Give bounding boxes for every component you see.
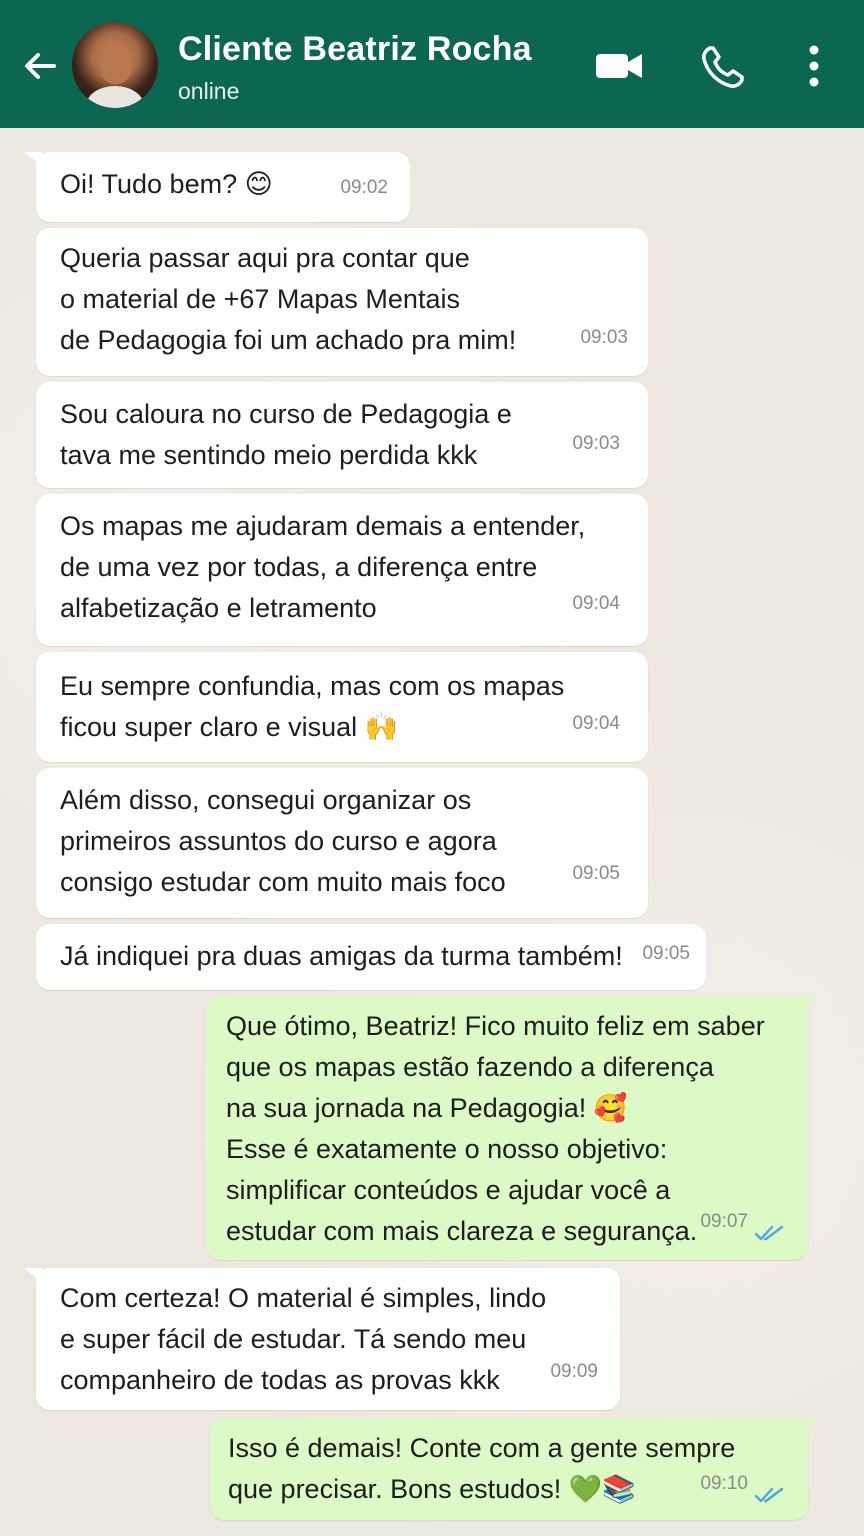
message-time: 09:02 [340,177,388,198]
message-text: Oi! Tudo bem? 😊 [60,169,273,199]
message-text: Sou caloura no curso de Pedagogia e tava… [60,399,512,470]
message-text: Além disso, consegui organizar os primei… [60,785,506,897]
message-text: Com certeza! O material é simples, lindo… [60,1283,547,1395]
message-bubble[interactable]: Eu sempre confundia, mas com os mapas fi… [36,652,648,762]
contact-status: online [178,78,240,104]
message-time: 09:10 [700,1473,748,1494]
message-time: 09:04 [572,593,620,614]
back-arrow-icon[interactable] [20,46,60,86]
message-bubble[interactable]: Com certeza! O material é simples, lindo… [36,1268,620,1410]
message-bubble[interactable]: Além disso, consegui organizar os primei… [36,768,648,918]
message-bubble-outgoing[interactable]: Isso é demais! Conte com a gente sempre … [210,1418,808,1520]
message-text: Os mapas me ajudaram demais a entender, … [60,511,586,623]
video-call-icon[interactable] [594,48,644,84]
message-bubble[interactable]: Sou caloura no curso de Pedagogia e tava… [36,382,648,488]
contact-name[interactable]: Cliente Beatriz Rocha [178,30,532,69]
more-options-icon[interactable] [802,44,826,88]
message-bubble[interactable]: Já indiquei pra duas amigas da turma tam… [36,924,706,990]
message-bubble[interactable]: Queria passar aqui pra contar que o mate… [36,228,648,376]
avatar[interactable] [72,22,158,108]
message-time: 09:03 [580,327,628,348]
message-time: 09:05 [572,863,620,884]
message-text: Eu sempre confundia, mas com os mapas fi… [60,671,565,742]
message-text: Já indiquei pra duas amigas da turma tam… [60,941,623,971]
phone-icon[interactable] [700,44,746,90]
read-receipt-icon [754,1487,784,1503]
message-bubble[interactable]: Oi! Tudo bem? 😊 09:02 [36,152,410,222]
message-text: Queria passar aqui pra contar que o mate… [60,243,517,355]
message-time: 09:03 [572,433,620,454]
message-time: 09:07 [700,1211,748,1232]
message-time: 09:04 [572,713,620,734]
read-receipt-icon [754,1225,784,1241]
message-bubble-outgoing[interactable]: Que ótimo, Beatriz! Fico muito feliz em … [206,996,808,1260]
message-time: 09:05 [642,943,690,964]
message-bubble[interactable]: Os mapas me ajudaram demais a entender, … [36,494,648,646]
message-time: 09:09 [550,1361,598,1382]
chat-header: Cliente Beatriz Rocha online [0,0,864,128]
